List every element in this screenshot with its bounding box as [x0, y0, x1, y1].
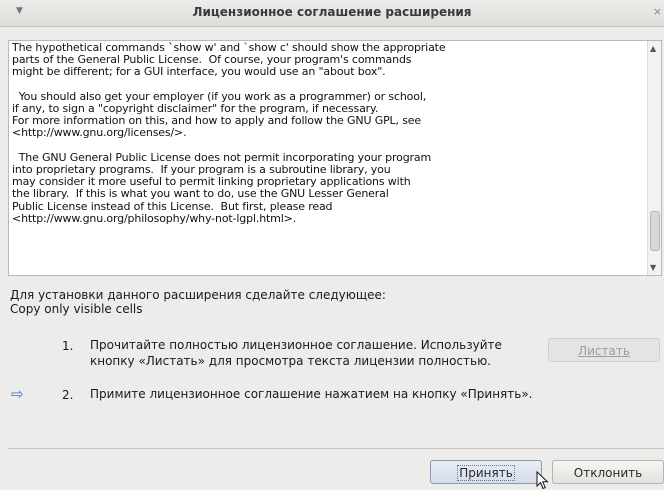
current-step-arrow-icon: ⇨ [11, 385, 24, 403]
window-title: Лицензионное соглашение расширения [192, 5, 472, 19]
scroll-down-icon[interactable]: ▼ [650, 263, 656, 272]
license-text: The hypothetical commands `show w' and `… [12, 42, 446, 225]
scroll-up-icon[interactable]: ▲ [650, 44, 656, 53]
instructions-heading: Для установки данного расширения сделайт… [10, 288, 386, 302]
button-divider [8, 448, 664, 449]
accept-button-label: Принять [457, 465, 515, 481]
accept-button[interactable]: Принять [430, 460, 542, 484]
step-2-text: Примите лицензионное соглашение нажатием… [90, 387, 533, 401]
mouse-cursor-icon [536, 471, 549, 490]
license-scrollbar[interactable]: ▲ ▼ [647, 41, 661, 275]
title-bar[interactable]: ▼ Лицензионное соглашение расширения × [0, 0, 664, 27]
step-2-number: 2. [62, 388, 74, 402]
step-1-text: Прочитайте полностью лицензионное соглаш… [90, 338, 502, 368]
scroll-thumb[interactable] [650, 211, 660, 252]
instructions-subheading: Copy only visible cells [10, 302, 143, 316]
decline-button[interactable]: Отклонить [552, 460, 664, 484]
close-icon[interactable]: × [653, 5, 662, 18]
step-1-number: 1. [62, 339, 74, 353]
scroll-button[interactable]: Листать [548, 338, 660, 362]
license-text-area[interactable]: The hypothetical commands `show w' and `… [8, 40, 662, 276]
